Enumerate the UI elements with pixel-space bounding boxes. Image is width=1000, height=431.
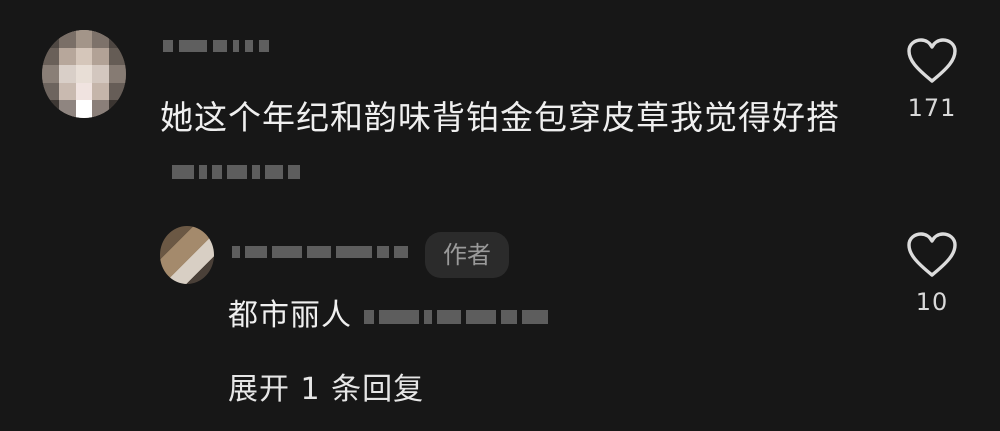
heart-outline-icon[interactable] — [906, 38, 958, 84]
commenter-username-blurred[interactable] — [163, 36, 269, 56]
avatar-mosaic — [42, 30, 126, 118]
comment-like[interactable]: 171 — [892, 38, 972, 122]
author-badge: 作者 — [425, 232, 509, 278]
reply-blurred-tail — [364, 309, 548, 324]
reply-like-count: 10 — [915, 288, 949, 316]
comment-blurred-tail — [172, 164, 300, 179]
comment-text: 她这个年纪和韵味背铂金包穿皮草我觉得好搭 — [160, 92, 840, 196]
commenter-avatar[interactable] — [42, 30, 126, 118]
reply-text: 都市丽人 — [228, 292, 548, 340]
comment-thread: 她这个年纪和韵味背铂金包穿皮草我觉得好搭 171 作者 都市丽人 10 展开 1… — [0, 0, 1000, 431]
heart-outline-icon[interactable] — [906, 232, 958, 278]
reply-like[interactable]: 10 — [892, 232, 972, 316]
expand-replies-link[interactable]: 展开 1 条回复 — [228, 366, 424, 414]
comment-like-count: 171 — [907, 94, 957, 122]
reply-username-blurred[interactable] — [232, 246, 408, 258]
comment-body: 她这个年纪和韵味背铂金包穿皮草我觉得好搭 — [160, 98, 840, 137]
reply-body: 都市丽人 — [228, 298, 352, 333]
reply-author-avatar[interactable] — [160, 226, 214, 284]
